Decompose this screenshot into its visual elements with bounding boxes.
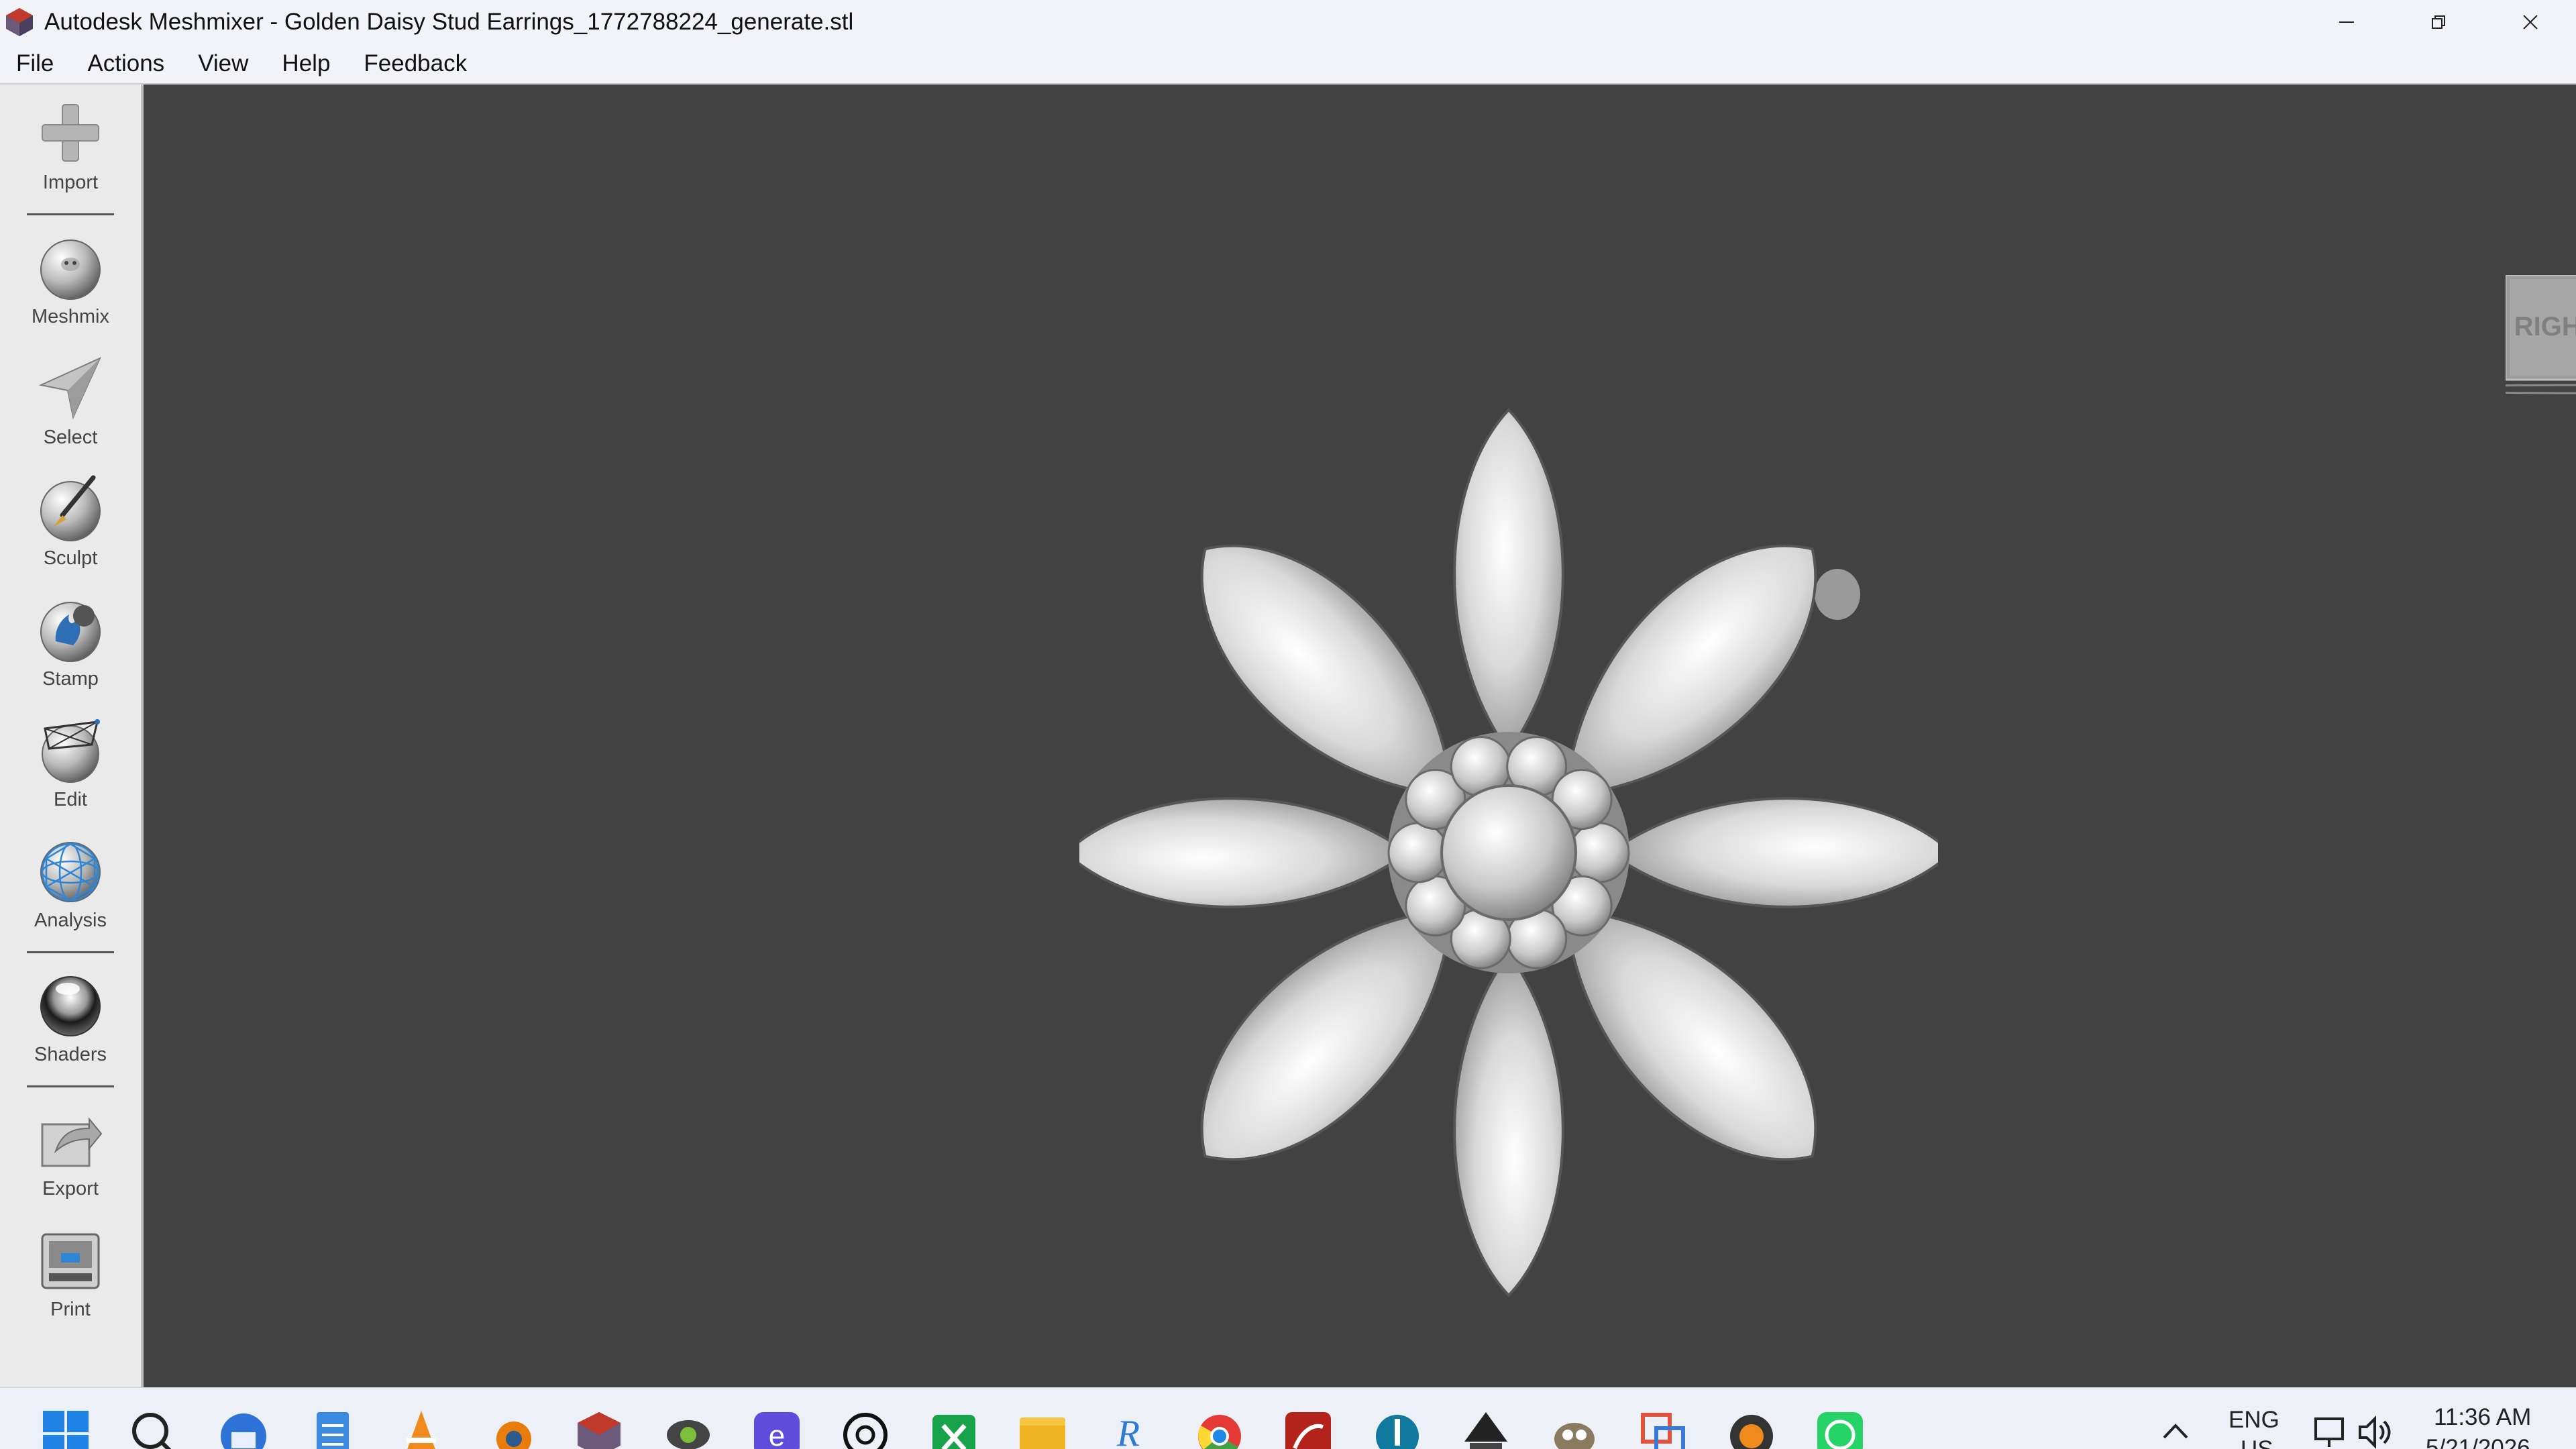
close-button[interactable] xyxy=(2484,0,2576,44)
meshmix-button[interactable]: Meshmix xyxy=(0,232,141,353)
menu-actions[interactable]: Actions xyxy=(70,44,181,83)
view-cube[interactable]: RIGHT xyxy=(2430,274,2576,413)
meshmixer-icon xyxy=(6,8,33,36)
svg-text:R: R xyxy=(1116,1413,1140,1449)
chatgpt-icon[interactable] xyxy=(840,1408,891,1449)
search-icon[interactable] xyxy=(127,1408,178,1449)
file-explorer-icon[interactable] xyxy=(1017,1408,1068,1449)
windows-taskbar: e R ENG US 11:36 AM 5/21/2026 xyxy=(0,1387,2576,1449)
center-bead xyxy=(1568,822,1630,883)
chrome-icon[interactable] xyxy=(1194,1408,1245,1449)
plus-icon xyxy=(42,104,99,162)
analysis-button[interactable]: Analysis xyxy=(0,836,141,957)
r-app-icon[interactable]: R xyxy=(1106,1408,1157,1449)
tool-label: Select xyxy=(43,427,98,448)
minimize-button[interactable] xyxy=(2300,0,2392,44)
earring-post xyxy=(1815,569,1860,620)
network-icon[interactable] xyxy=(2313,1415,2351,1449)
edit-button[interactable]: Edit xyxy=(0,715,141,836)
menu-help[interactable]: Help xyxy=(265,44,347,83)
chrome-sphere-icon xyxy=(40,976,101,1036)
flower-center xyxy=(1387,732,1630,973)
volume-icon[interactable] xyxy=(2357,1415,2395,1449)
select-button[interactable]: Select xyxy=(0,353,141,474)
tool-panel: Import Meshmix Select Sculpt Stamp Edit … xyxy=(0,85,144,1387)
tool-label: Stamp xyxy=(42,668,99,690)
whatsapp-icon[interactable] xyxy=(1815,1408,1866,1449)
blender-icon[interactable] xyxy=(484,1408,535,1449)
windows-start-icon[interactable] xyxy=(40,1408,91,1449)
view-cube-graphic: RIGHT xyxy=(2430,274,2576,394)
printer-icon xyxy=(41,1233,100,1289)
notepad-icon[interactable] xyxy=(307,1408,358,1449)
wire-sphere-icon xyxy=(42,719,100,783)
red-app-icon[interactable] xyxy=(1283,1408,1334,1449)
arrow-pointer-icon xyxy=(38,356,102,420)
inkscape-icon[interactable] xyxy=(1460,1408,1511,1449)
tool-label: Analysis xyxy=(34,910,107,931)
language-indicator[interactable]: ENG xyxy=(2229,1407,2279,1434)
vlc-icon[interactable] xyxy=(396,1408,447,1449)
tool-label: Print xyxy=(50,1299,91,1320)
tool-label: Export xyxy=(42,1178,99,1199)
import-button[interactable]: Import xyxy=(0,98,141,219)
view-cube-label: RIGHT xyxy=(2514,312,2576,341)
snip-tool-icon[interactable] xyxy=(1638,1408,1688,1449)
clock-time[interactable]: 11:36 AM xyxy=(2434,1404,2531,1431)
title-bar: Autodesk Meshmixer - Golden Daisy Stud E… xyxy=(0,0,2576,44)
eye-app-icon[interactable] xyxy=(663,1408,714,1449)
export-button[interactable]: Export xyxy=(0,1104,141,1225)
svg-text:e: e xyxy=(769,1419,785,1449)
tool-label: Edit xyxy=(54,789,87,810)
tool-label: Meshmix xyxy=(31,306,109,327)
stamp-sphere-icon xyxy=(40,602,101,662)
menu-view[interactable]: View xyxy=(181,44,265,83)
tool-label: Shaders xyxy=(34,1044,107,1065)
window-title: Autodesk Meshmixer - Golden Daisy Stud E… xyxy=(44,9,854,35)
restore-button[interactable] xyxy=(2392,0,2484,44)
language-sub: US xyxy=(2241,1436,2273,1449)
menu-file[interactable]: File xyxy=(0,44,70,83)
close-icon xyxy=(2522,15,2538,30)
mesh-sphere-icon xyxy=(40,842,101,902)
separator xyxy=(27,951,114,953)
editor-app-icon[interactable]: e xyxy=(751,1408,802,1449)
bunny-sphere-icon xyxy=(40,239,101,300)
meshmixer-window: Autodesk Meshmixer - Golden Daisy Stud E… xyxy=(0,0,2576,1449)
minimize-icon xyxy=(2339,21,2354,23)
pen-app-icon[interactable] xyxy=(1372,1408,1423,1449)
separator xyxy=(27,213,114,215)
sculpt-button[interactable]: Sculpt xyxy=(0,474,141,594)
tool-label: Sculpt xyxy=(43,547,98,569)
window-controls xyxy=(2300,0,2576,44)
browser-app-icon[interactable] xyxy=(1726,1408,1777,1449)
restore-icon xyxy=(2431,15,2445,29)
print-button[interactable]: Print xyxy=(0,1225,141,1346)
menu-bar: File Actions View Help Feedback xyxy=(0,44,2576,85)
excel-icon[interactable] xyxy=(928,1408,979,1449)
3d-viewport[interactable]: RIGHT xyxy=(144,85,2576,1387)
center-bead xyxy=(1387,822,1449,883)
export-icon xyxy=(41,1117,103,1167)
stamp-button[interactable]: Stamp xyxy=(0,594,141,715)
brush-sphere-icon xyxy=(40,475,101,541)
clock-date[interactable]: 5/21/2026 xyxy=(2426,1435,2530,1449)
tool-label: Import xyxy=(42,172,99,193)
daisy-flower-model[interactable] xyxy=(1079,400,1938,1305)
chevron-up-icon[interactable] xyxy=(2159,1415,2192,1448)
meshmixer-icon[interactable] xyxy=(574,1408,625,1449)
shaders-button[interactable]: Shaders xyxy=(0,970,141,1091)
menu-feedback[interactable]: Feedback xyxy=(347,44,484,83)
gimp-icon[interactable] xyxy=(1549,1408,1600,1449)
thunderbird-icon[interactable] xyxy=(218,1408,269,1449)
separator xyxy=(27,1085,114,1087)
